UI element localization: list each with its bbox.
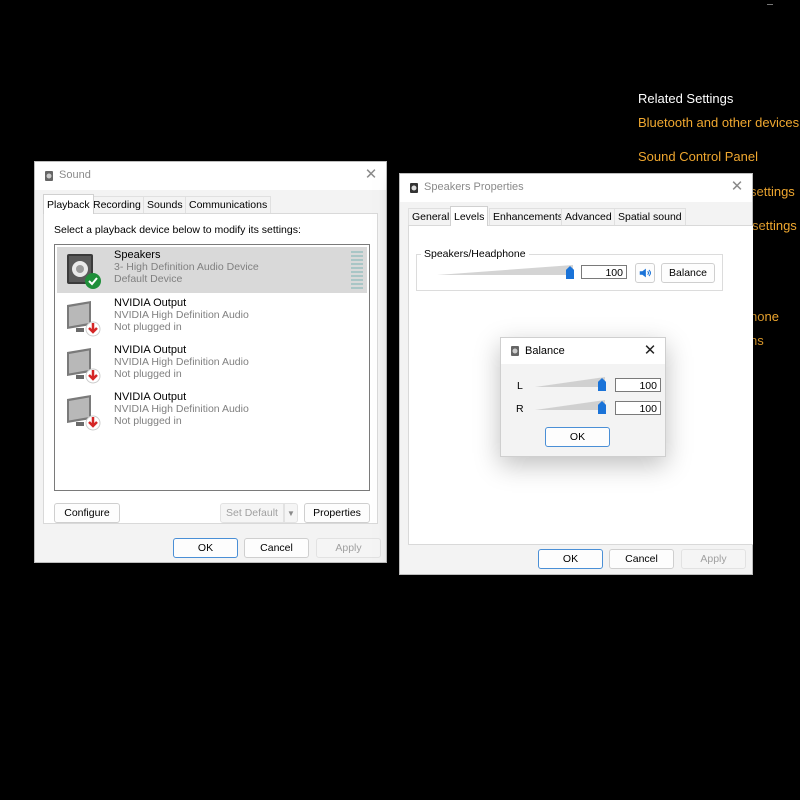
tab-communications[interactable]: Communications [185, 196, 272, 214]
balance-titlebar[interactable]: Balance ✕ [501, 338, 665, 364]
speakers-titlebar[interactable]: Speakers Properties ✕ [400, 174, 752, 202]
set-default-label: Set Default [226, 507, 278, 519]
chevron-down-icon: ▼ [287, 509, 295, 518]
balance-ok-button[interactable]: OK [545, 427, 610, 447]
right-channel-label: R [516, 403, 524, 415]
sound-playback-panel: Select a playback device below to modify… [43, 213, 378, 524]
sound-control-panel-link[interactable]: Sound Control Panel [638, 149, 758, 164]
device-item-nvidia-2[interactable]: NVIDIA Output NVIDIA High Definition Aud… [57, 342, 367, 388]
speaker-volume-icon [639, 268, 651, 278]
sound-titlebar[interactable]: Sound ✕ [35, 162, 386, 190]
tab-spatial-sound[interactable]: Spatial sound [614, 208, 686, 226]
device-list[interactable]: Speakers 3- High Definition Audio Device… [54, 244, 370, 491]
tab-recording[interactable]: Recording [89, 196, 145, 214]
device-detail: NVIDIA High Definition Audio [114, 356, 249, 368]
window-edge-mark [767, 4, 773, 5]
sound-dialog: Sound ✕ Playback Recording Sounds Commun… [34, 161, 387, 563]
sound-close-icon[interactable]: ✕ [362, 166, 380, 184]
tab-sounds[interactable]: Sounds [143, 196, 187, 214]
tab-advanced[interactable]: Advanced [561, 208, 616, 226]
volume-value[interactable]: 100 [581, 265, 627, 279]
balance-dialog: Balance ✕ L 100 R 100 OK [500, 337, 666, 457]
device-detail: 3- High Definition Audio Device [114, 261, 259, 273]
tab-levels[interactable]: Levels [450, 206, 489, 226]
settings-link-1[interactable]: settings [750, 184, 795, 199]
device-item-nvidia-3[interactable]: NVIDIA Output NVIDIA High Definition Aud… [57, 389, 367, 435]
device-name: NVIDIA Output [114, 391, 187, 403]
tab-enhancements[interactable]: Enhancements [489, 208, 568, 226]
balance-button[interactable]: Balance [661, 263, 715, 283]
monitor-unplugged-icon [67, 301, 101, 337]
sound-title: Sound [59, 169, 91, 181]
device-name: Speakers [114, 249, 161, 261]
settings-link-2[interactable]: settings [752, 218, 797, 233]
device-name: NVIDIA Output [114, 344, 187, 356]
sound-cancel-button[interactable]: Cancel [244, 538, 309, 558]
mute-button[interactable] [635, 263, 655, 283]
right-balance-slider-track[interactable] [535, 399, 605, 411]
configure-button[interactable]: Configure [54, 503, 120, 523]
speaker-app-icon [511, 346, 519, 356]
monitor-unplugged-icon [67, 395, 101, 431]
speakers-ok-button[interactable]: OK [538, 549, 603, 569]
playback-instruction: Select a playback device below to modify… [54, 224, 301, 236]
properties-button[interactable]: Properties [304, 503, 370, 523]
sound-ok-button[interactable]: OK [173, 538, 238, 558]
device-status: Not plugged in [114, 415, 182, 427]
bluetooth-devices-link[interactable]: Bluetooth and other devices [638, 115, 799, 130]
volume-slider-track[interactable] [437, 264, 573, 276]
speaker-app-icon [45, 171, 53, 181]
sound-apply-button[interactable]: Apply [316, 538, 381, 558]
device-status: Not plugged in [114, 321, 182, 333]
speaker-default-icon [67, 254, 101, 289]
tab-general[interactable]: General [408, 208, 454, 226]
speaker-app-icon [410, 183, 418, 193]
speakers-title: Speakers Properties [424, 181, 524, 193]
device-item-nvidia-1[interactable]: NVIDIA Output NVIDIA High Definition Aud… [57, 295, 367, 341]
partial-link-1[interactable]: hone [750, 309, 779, 324]
device-item-speakers[interactable]: Speakers 3- High Definition Audio Device… [57, 247, 367, 293]
level-meter [351, 251, 363, 289]
left-balance-slider-track[interactable] [535, 376, 605, 388]
right-balance-value[interactable]: 100 [615, 401, 661, 415]
speakers-close-icon[interactable]: ✕ [728, 178, 746, 196]
balance-title: Balance [525, 345, 565, 357]
speakers-apply-button[interactable]: Apply [681, 549, 746, 569]
related-settings-heading: Related Settings [638, 91, 734, 106]
device-name: NVIDIA Output [114, 297, 187, 309]
device-detail: NVIDIA High Definition Audio [114, 403, 249, 415]
balance-close-icon[interactable]: ✕ [641, 342, 659, 360]
speakers-group-label: Speakers/Headphone [421, 248, 529, 260]
device-detail: NVIDIA High Definition Audio [114, 309, 249, 321]
set-default-button[interactable]: Set Default [220, 503, 284, 523]
left-balance-value[interactable]: 100 [615, 378, 661, 392]
left-channel-label: L [517, 380, 523, 392]
device-status: Default Device [114, 273, 183, 285]
set-default-dropdown[interactable]: ▼ [284, 503, 298, 523]
monitor-unplugged-icon [67, 348, 101, 384]
device-status: Not plugged in [114, 368, 182, 380]
tab-playback[interactable]: Playback [43, 194, 94, 214]
speakers-cancel-button[interactable]: Cancel [609, 549, 674, 569]
